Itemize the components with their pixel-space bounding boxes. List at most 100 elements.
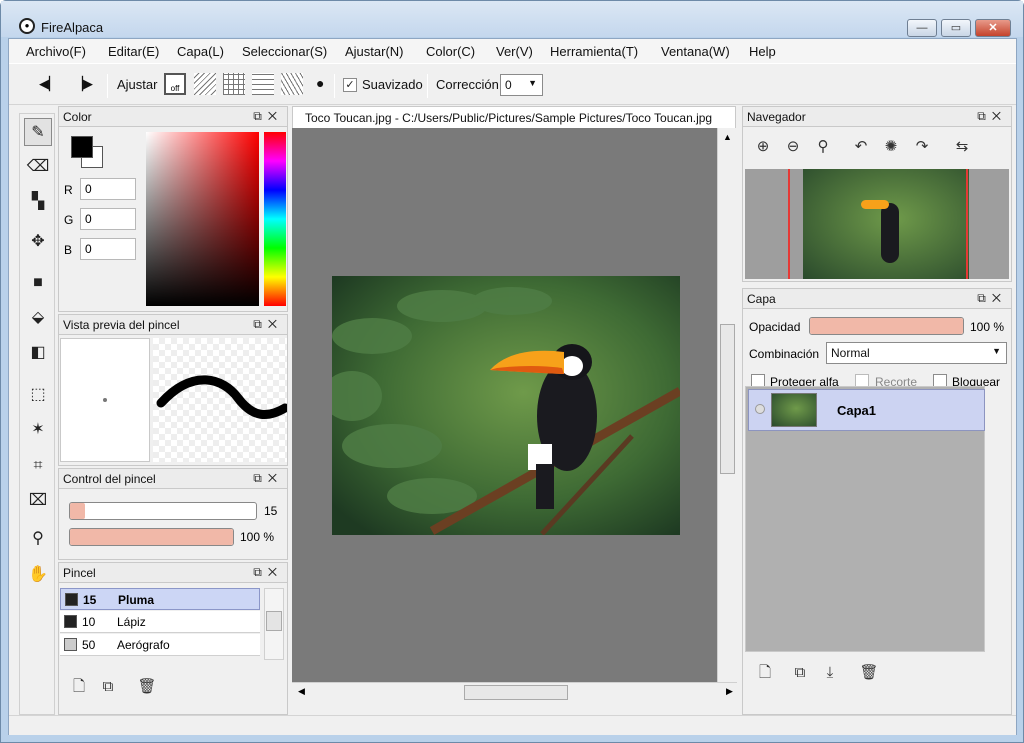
brush-item[interactable]: 15 Pluma [60,588,260,610]
scrollbar-thumb[interactable] [266,611,282,631]
color-panel-header: Color ⧉✕ [59,107,287,127]
rotate-right-icon[interactable]: ↷ [910,135,934,159]
b-input[interactable]: 0 [80,238,136,260]
brush-panel-title: Pincel [63,566,96,580]
move-tool-icon[interactable]: ✥ [24,228,52,256]
hue-slider[interactable] [264,132,286,306]
select-eraser-tool-icon[interactable]: ⌧ [24,487,52,515]
scrollbar-thumb[interactable] [464,685,568,700]
menu-ver[interactable]: Ver(V) [496,44,533,59]
snap-perspective-icon[interactable] [281,73,303,95]
zoom-fit-icon[interactable]: ⚲ [811,135,835,159]
brush-item[interactable]: 10 Lápiz [60,611,260,633]
saturation-value-picker[interactable] [146,132,259,306]
gradient-tool-icon[interactable]: ◧ [24,339,52,367]
flip-horizontal-icon[interactable]: ⇆ [950,135,974,159]
new-brush-icon[interactable]: 🗋 [67,675,91,699]
snap-grid-icon[interactable] [223,73,245,95]
zoom-out-icon[interactable]: ⊖ [781,135,805,159]
suavizado-checkbox[interactable]: ✓ [343,78,357,92]
minimize-button[interactable]: — [907,19,937,37]
brush-preview-panel: Vista previa del pincel ⧉✕ [58,314,290,466]
r-input[interactable]: 0 [80,178,136,200]
close-button[interactable]: ✕ [975,19,1011,37]
eraser-tool-icon[interactable]: ⌫ [24,153,52,181]
layer-row[interactable]: Capa1 [748,389,985,431]
magic-wand-tool-icon[interactable]: ✶ [24,416,52,444]
foreground-color-swatch[interactable] [71,136,93,158]
snap-lines-icon[interactable] [252,73,274,95]
rotate-left-icon[interactable]: ↶ [849,135,873,159]
navigator-preview[interactable] [745,169,1009,279]
menu-editar[interactable]: Editar(E) [108,44,159,59]
menu-ajustar[interactable]: Ajustar(N) [345,44,404,59]
hand-tool-icon[interactable]: ✋ [24,561,52,589]
thumbnail-beak [861,200,889,209]
snap-parallel-icon[interactable] [194,73,216,95]
panel-controls[interactable]: ⧉✕ [253,565,283,580]
panel-controls[interactable]: ⧉✕ [253,317,283,332]
prev-icon[interactable]: ◀▏ [39,76,59,92]
new-layer-icon[interactable]: 🗋 [753,661,777,685]
g-input[interactable]: 0 [80,208,136,230]
select-pen-tool-icon[interactable]: ⌗ [24,452,52,480]
brush-dot-preview [60,338,150,462]
panel-controls[interactable]: ⧉✕ [253,109,283,124]
firealpaca-logo-icon: ● [19,18,35,34]
layer-opacity-slider[interactable] [809,317,964,335]
zoom-in-icon[interactable]: ⊕ [751,135,775,159]
brush-list-scrollbar[interactable] [264,588,284,660]
toolbar-separator [427,74,428,98]
scroll-left-icon[interactable]: ◀ [298,686,305,697]
blend-mode-value: Normal [831,346,870,360]
duplicate-brush-icon[interactable]: ⧉ [96,675,120,699]
menu-color[interactable]: Color(C) [426,44,475,59]
pen-tool-icon[interactable]: ✎ [24,118,52,146]
merge-layer-icon[interactable]: ⤓ [818,661,842,685]
menu-herramienta[interactable]: Herramienta(T) [550,44,638,59]
panel-controls[interactable]: ⧉✕ [977,291,1007,306]
snap-point-icon[interactable]: ● [316,75,324,91]
blend-mode-select[interactable]: Normal ▼ [826,342,1007,364]
toucan-photo[interactable] [332,276,680,535]
scrollbar-thumb[interactable] [720,324,735,474]
panel-controls[interactable]: ⧉✕ [253,471,283,486]
brush-item[interactable]: 50 Aerógrafo [60,634,260,656]
fill-rect-tool-icon[interactable]: ■ [24,269,52,297]
menu-ventana[interactable]: Ventana(W) [661,44,730,59]
select-tool-icon[interactable]: ⬚ [24,381,52,409]
menu-help[interactable]: Help [749,44,776,59]
document-tab[interactable]: Toco Toucan.jpg - C:/Users/Public/Pictur… [292,106,736,128]
panel-controls[interactable]: ⧉✕ [977,109,1007,124]
canvas-horizontal-scrollbar[interactable]: ◀ ▶ [292,682,737,702]
correccion-select[interactable]: 0 ▼ [500,74,543,96]
menu-capa[interactable]: Capa(L) [177,44,224,59]
delete-brush-icon[interactable]: 🗑 [135,675,159,699]
canvas-vertical-scrollbar[interactable]: ▲ [717,128,737,682]
brush-opacity-value: 100 % [240,530,275,544]
canvas-area[interactable] [292,128,717,682]
duplicate-layer-icon[interactable]: ⧉ [788,661,812,685]
visibility-icon[interactable] [755,404,765,414]
dot-tool-icon[interactable]: ▚ [24,188,52,216]
r-label: R [64,183,73,197]
layer-list-scrollbar[interactable] [987,387,1005,651]
rotate-reset-icon[interactable]: ✺ [879,135,903,159]
delete-layer-icon[interactable]: 🗑 [857,661,881,685]
menu-seleccionar[interactable]: Seleccionar(S) [242,44,327,59]
next-icon[interactable]: ▕▶ [73,76,93,92]
correccion-label: Corrección [436,77,499,92]
bucket-tool-icon[interactable]: ⬙ [24,304,52,332]
brush-name: Lápiz [117,615,146,629]
brush-size-slider[interactable] [69,502,257,520]
navigator-viewport-right [966,169,968,279]
scroll-right-icon[interactable]: ▶ [726,686,733,697]
snap-off-button[interactable]: off [164,73,186,95]
brush-swatch [64,615,77,628]
window-title: FireAlpaca [41,20,104,35]
brush-opacity-slider[interactable] [69,528,234,546]
menu-archivo[interactable]: Archivo(F) [26,44,86,59]
maximize-button[interactable]: ▭ [941,19,971,37]
scroll-up-icon[interactable]: ▲ [723,132,732,142]
eyedropper-tool-icon[interactable]: ⚲ [24,525,52,553]
